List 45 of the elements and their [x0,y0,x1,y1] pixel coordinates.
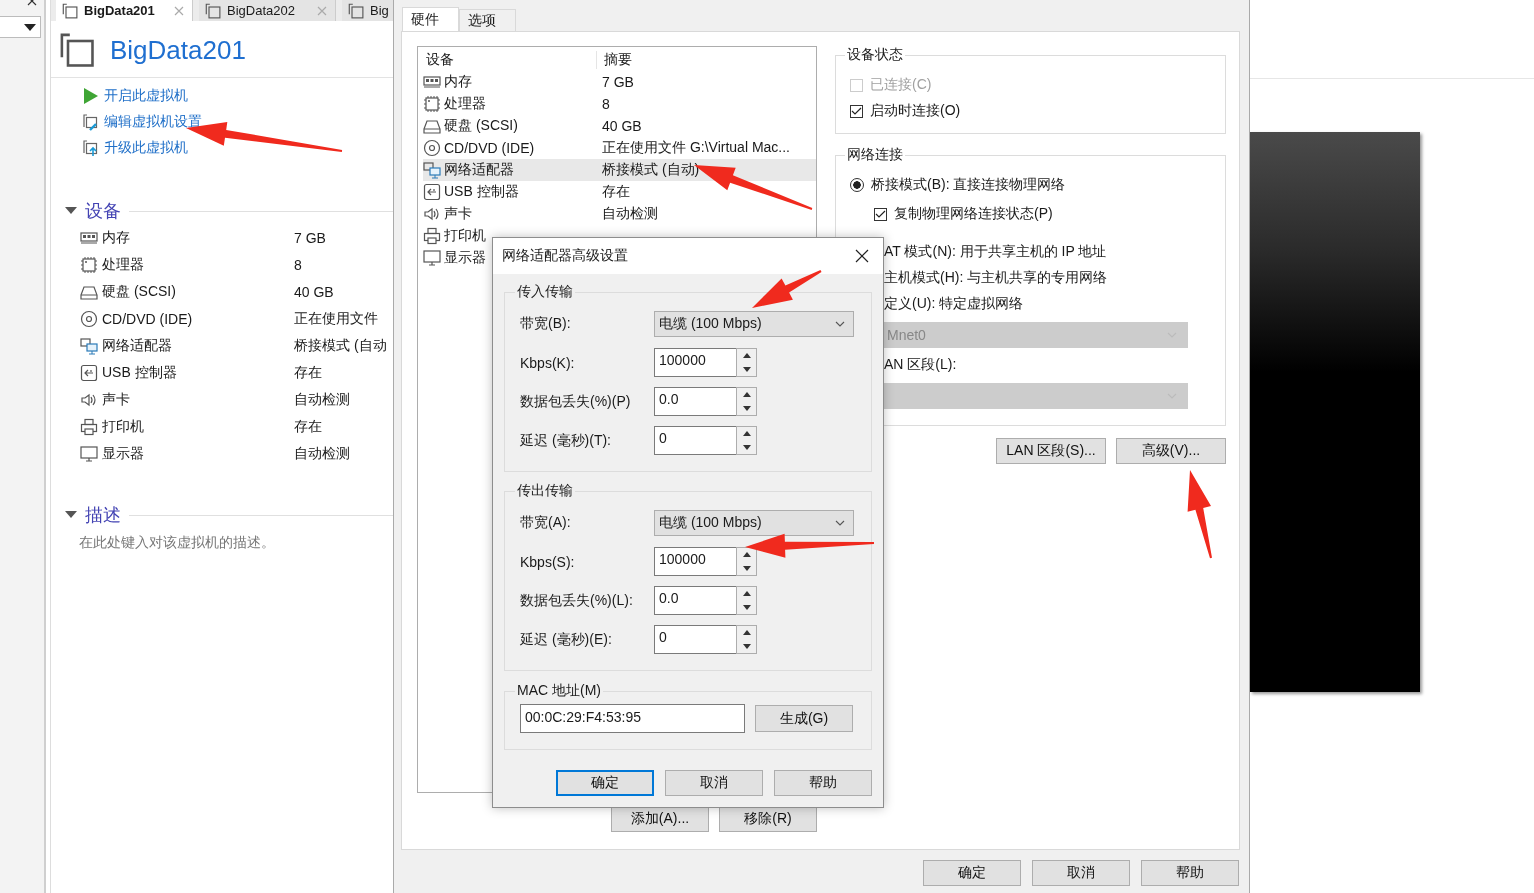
device-value: 自动检测 [294,445,350,463]
device-value: 存在 [294,418,322,436]
device-value: 存在 [294,364,322,382]
dialog-title: 网络适配器高级设置 [502,247,628,265]
device-summary: 40 GB [602,118,642,134]
field-label: Kbps(S): [520,553,576,570]
field-label: 延迟 (毫秒)(T): [520,431,612,450]
device-name: CD/DVD (IDE) [444,140,535,156]
device-value: 桥接模式 (自动 [294,337,387,355]
group-title: 传出传输 [516,482,574,500]
device-value: 8 [294,257,302,273]
vm-title: BigData201 [110,34,246,66]
device-value: 7 GB [294,230,326,246]
tab-label: Big [370,3,390,18]
dropdown-value: 电缆 (100 Mbps) [659,314,762,333]
tab-label: BigData201 [84,3,156,18]
device-summary: 7 GB [602,74,634,90]
device-value: 40 GB [294,284,334,300]
device-summary: 存在 [602,183,630,201]
device-name: 声卡 [444,205,472,221]
dropdown-value: 电缆 (100 Mbps) [659,513,762,532]
field-label: 数据包丢失(%)(P) [520,392,632,411]
device-value: 正在使用文件 [294,310,378,328]
group-title: 设备状态 [846,46,904,64]
device-name: 处理器 [444,95,486,111]
device-summary: 正在使用文件 G:\Virtual Mac... [602,139,790,157]
dropdown-value: Mnet0 [887,327,926,343]
field-label: 带宽(A): [520,513,572,532]
device-name: 硬盘 (SCSI) [444,117,518,133]
device-name: 显示器 [444,249,486,265]
device-summary: 8 [602,96,610,112]
device-name: 内存 [444,73,472,89]
device-name: USB 控制器 [444,183,519,199]
device-name: 打印机 [444,227,486,243]
device-summary: 自动检测 [602,205,658,223]
field-label: 数据包丢失(%)(L): [520,591,634,610]
group-title: MAC 地址(M) [516,682,602,700]
group-title: 传入传输 [516,283,574,301]
tab-label: BigData202 [227,3,296,18]
field-label: 延迟 (毫秒)(E): [520,630,613,649]
field-label: 带宽(B): [520,314,572,333]
device-value: 自动检测 [294,391,350,409]
device-name: 网络适配器 [444,161,514,177]
group-title: 网络连接 [846,146,904,164]
field-label: Kbps(K): [520,354,576,371]
